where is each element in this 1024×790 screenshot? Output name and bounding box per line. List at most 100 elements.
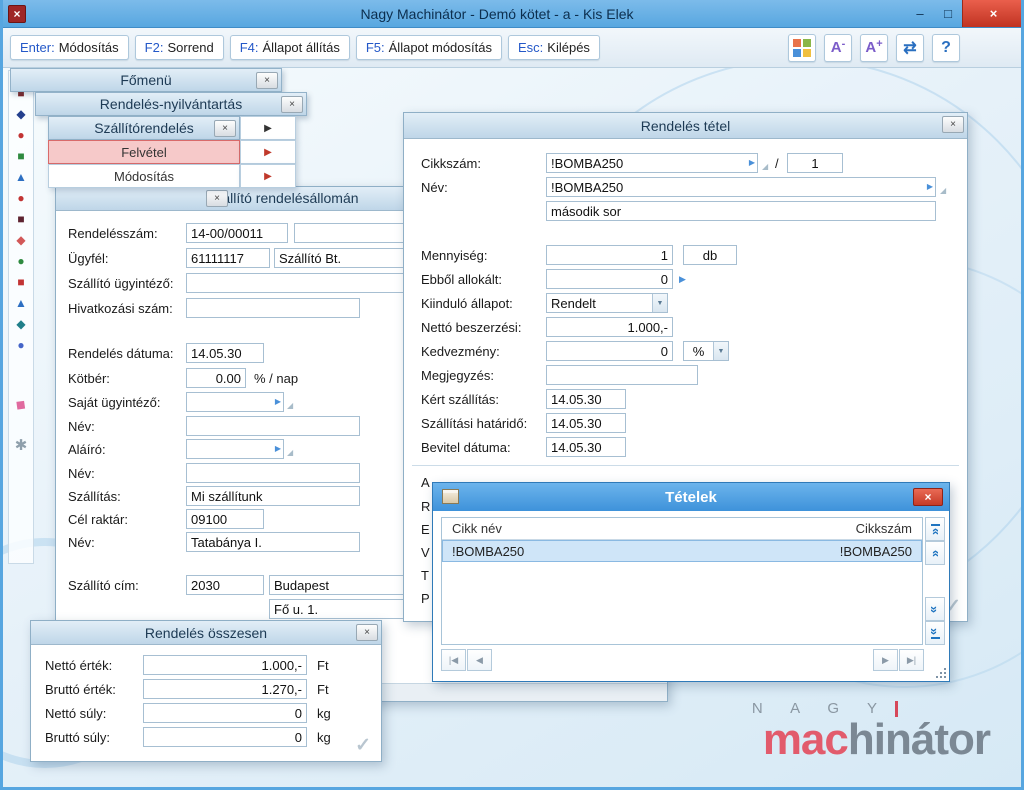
szallitasi-hatarido-input[interactable] [546, 413, 626, 433]
tetelek-titlebar[interactable]: Tételek × [433, 483, 949, 511]
kotber-input[interactable] [186, 368, 246, 388]
brutto-ertek-input[interactable] [143, 679, 307, 699]
swap-arrows-icon[interactable]: ⇄ [896, 34, 924, 62]
dropdown-arrow-icon[interactable]: ▼ [713, 342, 728, 360]
dropdown-arrow-icon[interactable]: ▼ [652, 294, 667, 312]
allapot-allitas-button[interactable]: F4:Állapot állítás [230, 35, 350, 60]
spinner-arrow-icon[interactable]: ▶ [679, 274, 686, 285]
close-icon[interactable]: × [913, 488, 943, 506]
close-icon[interactable]: × [356, 624, 378, 641]
close-icon[interactable]: × [256, 72, 278, 89]
hivatkozasi-szam-input[interactable] [186, 298, 360, 318]
combo-arrow-icon[interactable]: ▶ [749, 158, 755, 167]
cikkszam-index-input[interactable] [787, 153, 843, 173]
combo-arrow-icon[interactable]: ▶ [275, 397, 281, 406]
sidebar-module-icon-13[interactable]: ● [17, 339, 24, 352]
submenu-arrow-cell[interactable]: ▶ [240, 140, 296, 164]
maximize-button[interactable]: □ [934, 0, 962, 27]
nev-1-input[interactable] [186, 416, 360, 436]
kedvezmeny-input[interactable] [546, 341, 673, 361]
submenu-arrow-cell[interactable]: ▶ [240, 116, 296, 140]
help-icon[interactable]: ? [932, 34, 960, 62]
kilepes-button[interactable]: Esc:Kilépés [508, 35, 600, 60]
table-row[interactable]: !BOMBA250 !BOMBA250 [442, 540, 922, 562]
ugyfel-kod-input[interactable] [186, 248, 270, 268]
netto-suly-input[interactable] [143, 703, 307, 723]
netto-ertek-input[interactable] [143, 655, 307, 675]
varos-input[interactable] [269, 575, 421, 595]
sajat-ugyintezo-input[interactable] [186, 392, 284, 412]
netto-beszerzesi-input[interactable] [546, 317, 673, 337]
utca-input[interactable] [269, 599, 421, 619]
allokalt-input[interactable] [546, 269, 673, 289]
raktar-nev-input[interactable] [186, 532, 360, 552]
allapot-modositas-button[interactable]: F5:Állapot módosítás [356, 35, 502, 60]
iranyitoszam-input[interactable] [186, 575, 264, 595]
megjegyzes-input[interactable] [546, 365, 698, 385]
nev-2-input[interactable] [186, 463, 360, 483]
confirm-check-icon[interactable]: ✓ [355, 734, 371, 757]
resize-grip[interactable] [934, 666, 946, 678]
scroll-page-down-button[interactable]: » [925, 597, 945, 621]
szallitas-input[interactable] [186, 486, 360, 506]
submenu-arrow-cell[interactable]: ▶ [240, 164, 296, 188]
close-icon[interactable]: × [942, 116, 964, 133]
sidebar-module-icon-9[interactable]: ● [17, 255, 24, 268]
column-cikk-nev[interactable]: Cikk név [452, 521, 502, 536]
menu-szallitorendeles[interactable]: Szállítórendelés × [48, 116, 240, 140]
sidebar-module-icon-5[interactable]: ▲ [15, 171, 27, 184]
alairo-input[interactable] [186, 439, 284, 459]
menu-rendeles-nyilvantartas[interactable]: Rendelés-nyilvántartás × [35, 92, 307, 116]
mennyiseg-input[interactable] [546, 245, 673, 265]
sidebar-module-icon-10[interactable]: ■ [17, 276, 24, 289]
sorrend-button[interactable]: F2:Sorrend [135, 35, 224, 60]
sidebar-module-icon-11[interactable]: ▲ [15, 297, 27, 310]
cikkszam-input[interactable] [546, 153, 758, 173]
sidebar-module-icon-8[interactable]: ◆ [16, 234, 25, 247]
menu-fomenu[interactable]: Főmenü × [10, 68, 282, 92]
minimize-button[interactable]: – [906, 0, 934, 27]
menu-item-modositas[interactable]: Módosítás [48, 164, 240, 188]
brutto-suly-input[interactable] [143, 727, 307, 747]
last-record-button[interactable]: ▶| [899, 649, 924, 671]
mennyiseg-egyseg-input[interactable] [683, 245, 737, 265]
font-decrease-icon[interactable]: A- [824, 34, 852, 62]
close-icon[interactable]: × [214, 120, 236, 137]
menu-item-felvetel[interactable]: Felvétel [48, 140, 240, 164]
close-icon[interactable]: × [206, 190, 228, 207]
rendelesszam-input[interactable] [186, 223, 288, 243]
font-increase-icon[interactable]: A+ [860, 34, 888, 62]
rendeles-datuma-input[interactable] [186, 343, 264, 363]
rendeles-tetel-titlebar[interactable]: Rendelés tétel × [404, 113, 967, 139]
sidebar-module-icon-3[interactable]: ● [17, 129, 24, 142]
scroll-page-up-button[interactable]: » [925, 541, 945, 565]
bevitel-datuma-input[interactable] [546, 437, 626, 457]
combo-arrow-icon[interactable]: ▶ [927, 182, 933, 191]
kert-szallitas-input[interactable] [546, 389, 626, 409]
next-record-button[interactable]: ▶ [873, 649, 898, 671]
sidebar-module-icon-7[interactable]: ■ [17, 213, 24, 226]
allapot-select[interactable]: ▼ [546, 293, 668, 313]
gear-icon[interactable]: ✱ [15, 438, 28, 453]
scroll-to-bottom-button[interactable]: » [925, 621, 945, 645]
sidebar-module-icon-2[interactable]: ◆ [16, 108, 25, 121]
column-cikkszam[interactable]: Cikkszám [856, 521, 912, 536]
sidebar-module-icon-6[interactable]: ● [17, 192, 24, 205]
scroll-to-top-button[interactable]: » [925, 517, 945, 541]
osszesen-titlebar[interactable]: Rendelés összesen × [31, 621, 381, 645]
layout-grid-icon[interactable] [788, 34, 816, 62]
package-cube-icon[interactable]: ■ [15, 397, 27, 414]
app-titlebar[interactable]: × Nagy Machinátor - Demó kötet - a - Kis… [0, 0, 1024, 28]
first-record-button[interactable]: |◀ [441, 649, 466, 671]
sidebar-module-icon-4[interactable]: ■ [17, 150, 24, 163]
close-button[interactable]: × [962, 0, 1024, 27]
cel-raktar-input[interactable] [186, 509, 264, 529]
combo-arrow-icon[interactable]: ▶ [275, 444, 281, 453]
modositas-button[interactable]: Enter:Módosítás [10, 35, 129, 60]
sidebar-module-icon-12[interactable]: ◆ [16, 318, 25, 331]
kedvezmeny-egyseg-select[interactable]: ▼ [683, 341, 729, 361]
cikk-nev-2-input[interactable] [546, 201, 936, 221]
previous-record-button[interactable]: ◀ [467, 649, 492, 671]
close-icon[interactable]: × [281, 96, 303, 113]
cikk-nev-input[interactable] [546, 177, 936, 197]
